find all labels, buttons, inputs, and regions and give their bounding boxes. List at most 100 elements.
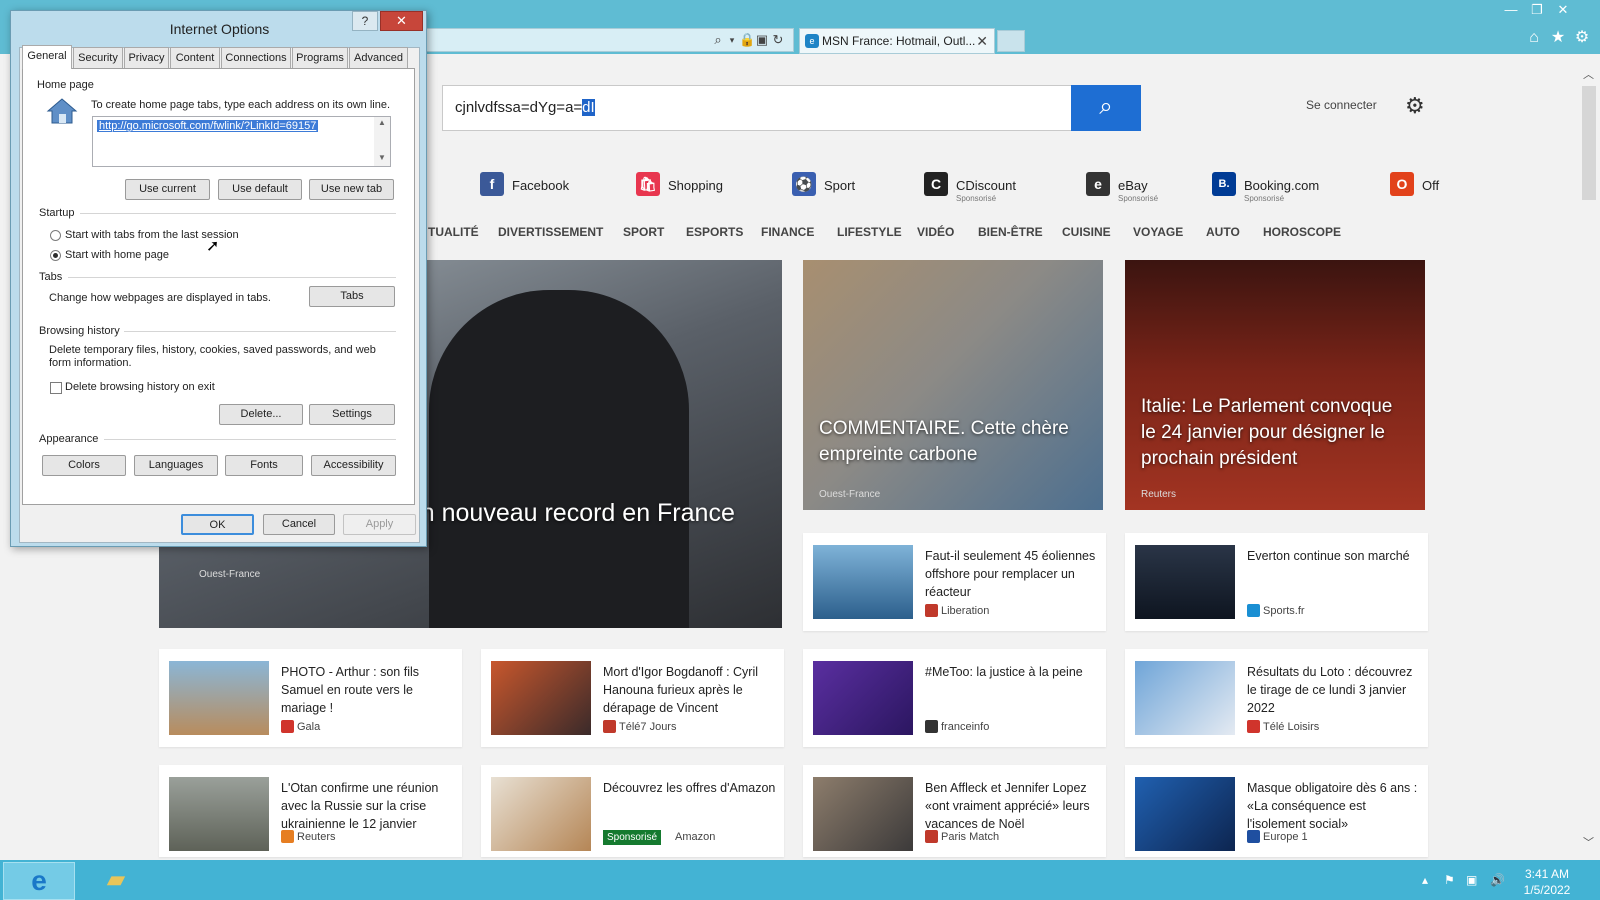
tab-content[interactable]: Content: [170, 47, 220, 68]
show-hidden-icons-icon[interactable]: ▴: [1422, 873, 1428, 887]
radio-home-page[interactable]: [50, 250, 61, 261]
nav-voyage[interactable]: VOYAGE: [1133, 225, 1183, 239]
nav-cuisine[interactable]: CUISINE: [1062, 225, 1111, 239]
news-card[interactable]: Mort d'Igor Bogdanoff : Cyril Hanouna fu…: [481, 649, 784, 747]
news-card[interactable]: Ben Affleck et Jennifer Lopez «ont vraim…: [803, 765, 1106, 857]
search-icon[interactable]: ⌕: [711, 32, 725, 48]
nav-finance[interactable]: FINANCE: [761, 225, 814, 239]
news-thumbnail: [491, 661, 591, 735]
scrollbar-thumb[interactable]: [1582, 86, 1596, 200]
nav-bien-etre[interactable]: BIEN-ÊTRE: [978, 225, 1043, 239]
home-icon[interactable]: ⌂: [1524, 28, 1544, 48]
languages-button[interactable]: Languages: [134, 455, 218, 476]
home-page-url-textarea[interactable]: http://go.microsoft.com/fwlink/?LinkId=6…: [92, 116, 391, 167]
quicklink-booking[interactable]: B. Booking.com Sponsorisé: [1212, 170, 1342, 204]
history-settings-button[interactable]: Settings: [309, 404, 395, 425]
new-tab-button[interactable]: [997, 30, 1025, 52]
news-card[interactable]: Masque obligatoire dès 6 ans : «La consé…: [1125, 765, 1428, 857]
dialog-close-button[interactable]: ✕: [380, 11, 423, 31]
hero-story-carbon[interactable]: COMMENTAIRE. Cette chère empreinte carbo…: [803, 260, 1103, 510]
news-thumbnail: [169, 661, 269, 735]
news-title: Ben Affleck et Jennifer Lopez «ont vraim…: [925, 781, 1090, 831]
nav-auto[interactable]: AUTO: [1206, 225, 1240, 239]
radio-last-session[interactable]: [50, 230, 61, 241]
textarea-scrollbar[interactable]: ▲ ▼: [374, 117, 390, 166]
news-card[interactable]: Everton continue son marché Sports.fr: [1125, 533, 1428, 631]
news-card[interactable]: Faut-il seulement 45 éoliennes offshore …: [803, 533, 1106, 631]
search-button[interactable]: ⌕: [1071, 85, 1141, 131]
compat-view-icon[interactable]: ▣: [755, 32, 769, 48]
tab-privacy[interactable]: Privacy: [124, 47, 169, 68]
news-card[interactable]: Résultats du Loto : découvrez le tirage …: [1125, 649, 1428, 747]
tab-programs[interactable]: Programs: [292, 47, 348, 68]
taskbar-clock[interactable]: 3:41 AM 1/5/2022: [1512, 866, 1582, 898]
radio-home-page-label[interactable]: Start with home page: [65, 249, 169, 261]
nav-sport[interactable]: SPORT: [623, 225, 664, 239]
tabs-settings-button[interactable]: Tabs: [309, 286, 395, 307]
address-bar[interactable]: ⌕ ▾ 🔒 ▣ ↻: [396, 28, 794, 52]
source-logo-icon: [925, 604, 938, 617]
use-default-button[interactable]: Use default: [218, 179, 302, 200]
tab-title: MSN France: Hotmail, Outl...: [822, 34, 976, 48]
fonts-button[interactable]: Fonts: [225, 455, 303, 476]
news-card[interactable]: PHOTO - Arthur : son fils Samuel en rout…: [159, 649, 462, 747]
news-card[interactable]: #MeToo: la justice à la peine franceinfo: [803, 649, 1106, 747]
delete-on-exit-checkbox[interactable]: [50, 382, 62, 394]
ebay-icon: e: [1086, 172, 1110, 196]
action-center-flag-icon[interactable]: ⚑: [1444, 873, 1455, 887]
file-explorer-taskbar-icon[interactable]: ▰: [80, 862, 152, 900]
favorites-star-icon[interactable]: ★: [1548, 28, 1568, 48]
sign-in-link[interactable]: Se connecter: [1306, 98, 1377, 112]
nav-horoscope[interactable]: HOROSCOPE: [1263, 225, 1341, 239]
apply-button[interactable]: Apply: [343, 514, 416, 535]
news-card[interactable]: L'Otan confirme une réunion avec la Russ…: [159, 765, 462, 857]
dropdown-arrow-icon[interactable]: ▾: [725, 32, 739, 48]
minimize-button[interactable]: —: [1500, 2, 1522, 18]
tab-advanced[interactable]: Advanced: [349, 47, 408, 68]
restore-button[interactable]: ❐: [1526, 2, 1548, 18]
scroll-down-icon[interactable]: ﹀: [1583, 834, 1594, 850]
quicklink-facebook[interactable]: f Facebook: [480, 170, 580, 204]
quicklink-office[interactable]: O Off: [1390, 170, 1450, 204]
internet-explorer-taskbar-icon[interactable]: e: [3, 862, 75, 900]
scroll-down-icon[interactable]: ▼: [378, 153, 386, 162]
use-current-button[interactable]: Use current: [125, 179, 210, 200]
ok-button[interactable]: OK: [181, 514, 254, 535]
browser-tab-msn[interactable]: e MSN France: Hotmail, Outl... ✕: [799, 28, 995, 54]
nav-actualite[interactable]: TUALITÉ: [428, 225, 479, 239]
delete-on-exit-label[interactable]: Delete browsing history on exit: [65, 381, 215, 393]
tab-connections[interactable]: Connections: [221, 47, 291, 68]
colors-button[interactable]: Colors: [42, 455, 126, 476]
use-new-tab-button[interactable]: Use new tab: [309, 179, 394, 200]
delete-history-button[interactable]: Delete...: [219, 404, 303, 425]
network-icon[interactable]: ▣: [1466, 873, 1477, 887]
nav-esports[interactable]: ESPORTS: [686, 225, 743, 239]
quicklink-ebay[interactable]: e eBay Sponsorisé: [1086, 170, 1186, 204]
settings-gear-icon[interactable]: ⚙: [1405, 93, 1425, 119]
quicklink-label: Booking.com: [1244, 178, 1320, 193]
msn-search-input[interactable]: cjnlvdfssa=dYg=a=dI: [442, 85, 1072, 131]
quicklink-shopping[interactable]: 🛍 Shopping: [636, 170, 746, 204]
tab-security[interactable]: Security: [73, 47, 123, 68]
nav-divertissement[interactable]: DIVERTISSEMENT: [498, 225, 603, 239]
quicklink-sport[interactable]: ⚽ Sport: [792, 170, 882, 204]
close-tab-icon[interactable]: ✕: [976, 29, 988, 53]
refresh-icon[interactable]: ↻: [771, 32, 785, 48]
hero-story-italy[interactable]: Italie: Le Parlement convoque le 24 janv…: [1125, 260, 1425, 510]
scroll-up-icon[interactable]: ▲: [378, 118, 386, 127]
news-title: Masque obligatoire dès 6 ans : «La consé…: [1247, 781, 1418, 831]
scroll-up-icon[interactable]: ︿: [1583, 66, 1594, 82]
nav-lifestyle[interactable]: LIFESTYLE: [837, 225, 902, 239]
tools-gear-icon[interactable]: ⚙: [1572, 28, 1592, 48]
lock-icon[interactable]: 🔒: [739, 32, 755, 48]
accessibility-button[interactable]: Accessibility: [311, 455, 396, 476]
tab-general[interactable]: General: [22, 45, 72, 69]
close-window-button[interactable]: ✕: [1552, 2, 1574, 18]
clock-date: 1/5/2022: [1523, 883, 1571, 897]
volume-icon[interactable]: 🔊: [1490, 873, 1505, 887]
nav-video[interactable]: VIDÉO: [917, 225, 954, 239]
help-button[interactable]: ?: [352, 11, 378, 31]
cancel-button[interactable]: Cancel: [263, 514, 335, 535]
news-card-sponsored[interactable]: Découvrez les offres d'Amazon Sponsorisé…: [481, 765, 784, 857]
quicklink-cdiscount[interactable]: C CDiscount Sponsorisé: [924, 170, 1044, 204]
